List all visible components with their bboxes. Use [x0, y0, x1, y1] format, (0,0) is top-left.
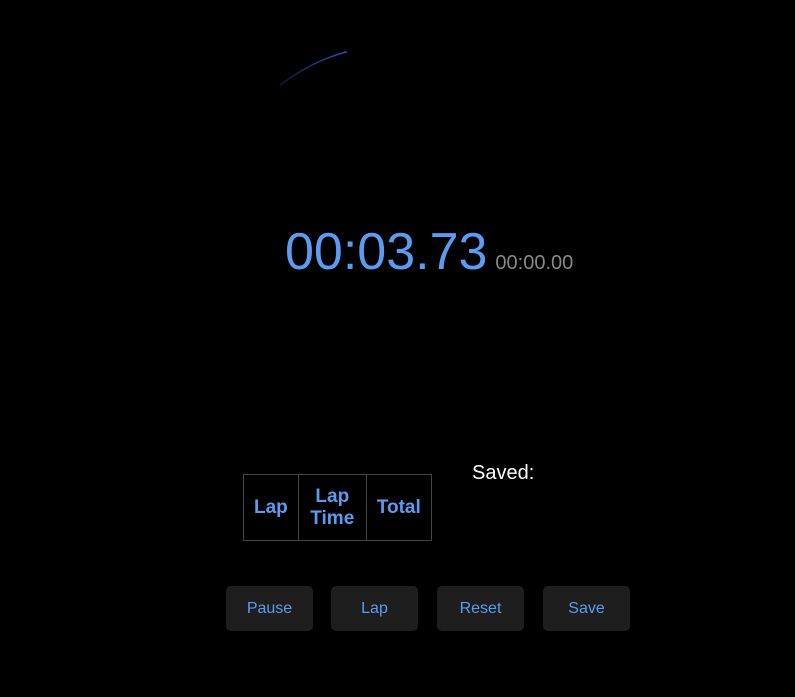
laps-table: Lap Lap Time Total	[243, 474, 432, 541]
column-header-lap-time: Lap Time	[297, 474, 367, 541]
pause-button[interactable]: Pause	[226, 586, 313, 631]
laps-table-header-row: Lap Lap Time Total	[243, 474, 432, 541]
progress-arc	[279, 51, 348, 86]
stopwatch-app: 00:03.73 00:00.00 Lap Lap Time Total Save…	[0, 0, 795, 697]
current-lap-time: 00:00.00	[495, 252, 574, 274]
lap-button[interactable]: Lap	[331, 586, 418, 631]
time-display: 00:03.73 00:00.00	[285, 222, 573, 282]
elapsed-time: 00:03.73	[285, 223, 488, 281]
reset-button[interactable]: Reset	[437, 586, 524, 631]
column-header-total: Total	[365, 474, 432, 541]
column-header-lap: Lap	[243, 474, 299, 541]
save-button[interactable]: Save	[543, 586, 630, 631]
saved-label: Saved:	[472, 462, 535, 484]
